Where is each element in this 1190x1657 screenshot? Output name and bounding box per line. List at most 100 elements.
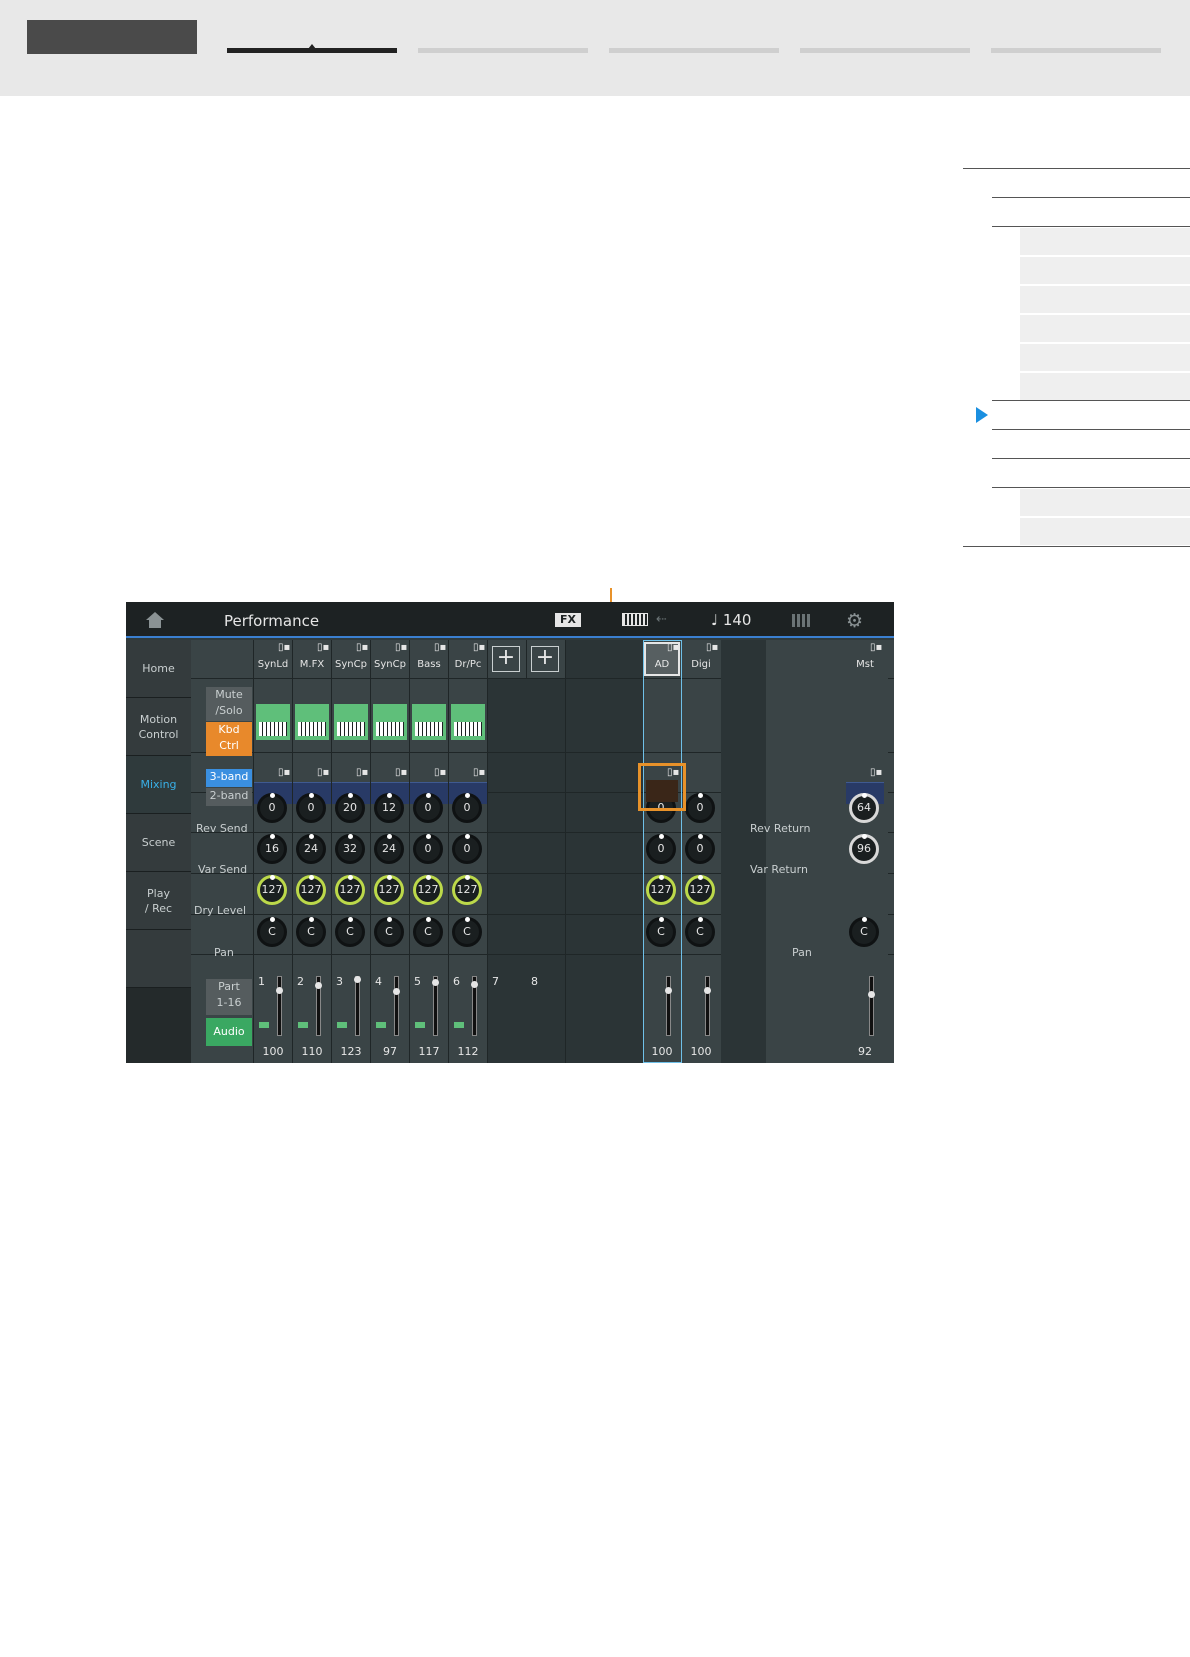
dry-level-knob[interactable]: 127 bbox=[452, 875, 482, 905]
section-tab-2[interactable] bbox=[418, 48, 588, 53]
nav-mixing[interactable]: Mixing bbox=[126, 756, 191, 814]
fx-badge[interactable]: FX bbox=[555, 613, 581, 627]
knob-indicator-icon bbox=[698, 917, 703, 922]
nav-home[interactable]: Home bbox=[126, 640, 191, 698]
rev-send-knob[interactable]: 20 bbox=[335, 793, 365, 823]
var-send-knob[interactable]: 24 bbox=[374, 834, 404, 864]
toc-subrow[interactable] bbox=[1020, 285, 1190, 313]
rev-send-knob[interactable]: 0 bbox=[257, 793, 287, 823]
keyboard-control-icon[interactable] bbox=[373, 704, 407, 740]
nav-motion-control[interactable]: Motion Control bbox=[126, 698, 191, 756]
dry-level-knob[interactable]: 127 bbox=[257, 875, 287, 905]
part-volume-fader[interactable] bbox=[393, 976, 400, 1036]
section-tab-3[interactable] bbox=[609, 48, 779, 53]
keyboard-control-icon[interactable] bbox=[412, 704, 446, 740]
rev-send-knob[interactable]: 0 bbox=[296, 793, 326, 823]
audio-dry-level-knob[interactable]: 127 bbox=[685, 875, 715, 905]
knob-indicator-icon bbox=[465, 834, 470, 839]
toc-row[interactable] bbox=[992, 429, 1190, 457]
part-volume-fader[interactable] bbox=[432, 976, 439, 1036]
audio-part-name[interactable]: Digi bbox=[682, 659, 720, 670]
selected-part-header[interactable] bbox=[644, 642, 680, 676]
three-band-button[interactable]: 3-band bbox=[206, 769, 252, 787]
home-icon[interactable] bbox=[146, 612, 164, 628]
nav-scene[interactable]: Scene bbox=[126, 814, 191, 872]
part-volume-value: 117 bbox=[418, 1045, 440, 1058]
audio-pan-knob[interactable]: C bbox=[685, 917, 715, 947]
part-name[interactable]: Dr/Pc bbox=[449, 659, 487, 670]
part-name[interactable]: SynLd bbox=[254, 659, 292, 670]
tempo-display[interactable]: ♩ 140 bbox=[711, 611, 751, 629]
rev-send-knob[interactable]: 12 bbox=[374, 793, 404, 823]
rev-send-knob[interactable]: 0 bbox=[413, 793, 443, 823]
part-volume-fader[interactable] bbox=[471, 976, 478, 1036]
audio-volume-fader[interactable] bbox=[704, 976, 711, 1036]
master-volume-fader[interactable] bbox=[868, 976, 875, 1036]
gear-icon[interactable]: ⚙ bbox=[846, 610, 863, 632]
pan-knob[interactable]: C bbox=[296, 917, 326, 947]
nav-play-rec[interactable]: Play / Rec bbox=[126, 872, 191, 930]
quick-access-icon[interactable] bbox=[792, 614, 812, 627]
part-name[interactable]: SynCp bbox=[332, 659, 370, 670]
var-send-knob[interactable]: 0 bbox=[413, 834, 443, 864]
toc-row-current[interactable] bbox=[992, 400, 1190, 428]
chapter-tab[interactable] bbox=[27, 20, 197, 54]
var-send-knob[interactable]: 16 bbox=[257, 834, 287, 864]
part-1-16-button[interactable]: Part 1-16 bbox=[206, 979, 252, 1015]
part-name[interactable]: Bass bbox=[410, 659, 448, 670]
part-volume-fader[interactable] bbox=[315, 976, 322, 1036]
pan-knob[interactable]: C bbox=[452, 917, 482, 947]
dry-level-knob[interactable]: 127 bbox=[374, 875, 404, 905]
add-part-button[interactable]: + bbox=[492, 646, 520, 672]
keyboard-control-icon[interactable] bbox=[334, 704, 368, 740]
toc-row[interactable] bbox=[963, 168, 1190, 196]
audio-button[interactable]: Audio bbox=[206, 1018, 252, 1046]
mute-solo-button[interactable]: Mute /Solo bbox=[206, 687, 252, 721]
toc-subrow[interactable] bbox=[1020, 488, 1190, 516]
part-name[interactable]: SynCp bbox=[371, 659, 409, 670]
kbd-ctrl-button[interactable]: Kbd Ctrl bbox=[206, 722, 252, 756]
var-send-knob[interactable]: 0 bbox=[452, 834, 482, 864]
pan-knob[interactable]: C bbox=[257, 917, 287, 947]
keyboard-control-icon[interactable] bbox=[451, 704, 485, 740]
toc-subrow[interactable] bbox=[1020, 517, 1190, 545]
toc-row[interactable] bbox=[992, 458, 1190, 486]
audio-var-send-knob[interactable]: 0 bbox=[685, 834, 715, 864]
part-volume-fader[interactable] bbox=[276, 976, 283, 1036]
knob-indicator-icon bbox=[270, 875, 275, 880]
section-tab-4[interactable] bbox=[800, 48, 970, 53]
var-send-knob[interactable]: 24 bbox=[296, 834, 326, 864]
toc-subrow[interactable] bbox=[1020, 343, 1190, 371]
master-name[interactable]: Mst bbox=[846, 659, 884, 670]
var-send-knob[interactable]: 32 bbox=[335, 834, 365, 864]
dry-level-knob[interactable]: 127 bbox=[296, 875, 326, 905]
keyboard-control-icon[interactable] bbox=[256, 704, 290, 740]
toc-row[interactable] bbox=[963, 546, 1190, 574]
knob-indicator-icon bbox=[862, 917, 867, 922]
pan-knob[interactable]: C bbox=[374, 917, 404, 947]
keyboard-control-icon[interactable] bbox=[295, 704, 329, 740]
master-pan-knob[interactable]: C bbox=[849, 917, 879, 947]
knob-indicator-icon bbox=[348, 793, 353, 798]
dry-level-knob[interactable]: 127 bbox=[335, 875, 365, 905]
part-name[interactable]: M.FX bbox=[293, 659, 331, 670]
toc-row[interactable] bbox=[992, 197, 1190, 225]
section-tab-5[interactable] bbox=[991, 48, 1161, 53]
audio-rev-send-knob[interactable]: 0 bbox=[685, 793, 715, 823]
pan-knob[interactable]: C bbox=[413, 917, 443, 947]
toc-subrow[interactable] bbox=[1020, 227, 1190, 255]
fader-cap-icon bbox=[868, 990, 875, 998]
toc-subrow[interactable] bbox=[1020, 314, 1190, 342]
rev-send-knob[interactable]: 0 bbox=[452, 793, 482, 823]
toc-subrow[interactable] bbox=[1020, 372, 1190, 400]
part-volume-fader[interactable] bbox=[354, 975, 361, 1036]
toc-subrow[interactable] bbox=[1020, 256, 1190, 284]
dry-level-knob[interactable]: 127 bbox=[413, 875, 443, 905]
knob-indicator-icon bbox=[426, 875, 431, 880]
var-return-knob[interactable]: 96 bbox=[849, 834, 879, 864]
knob-indicator-icon bbox=[309, 875, 314, 880]
add-part-button[interactable]: + bbox=[531, 646, 559, 672]
rev-return-knob[interactable]: 64 bbox=[849, 793, 879, 823]
pan-knob[interactable]: C bbox=[335, 917, 365, 947]
two-band-button[interactable]: 2-band bbox=[206, 788, 252, 806]
